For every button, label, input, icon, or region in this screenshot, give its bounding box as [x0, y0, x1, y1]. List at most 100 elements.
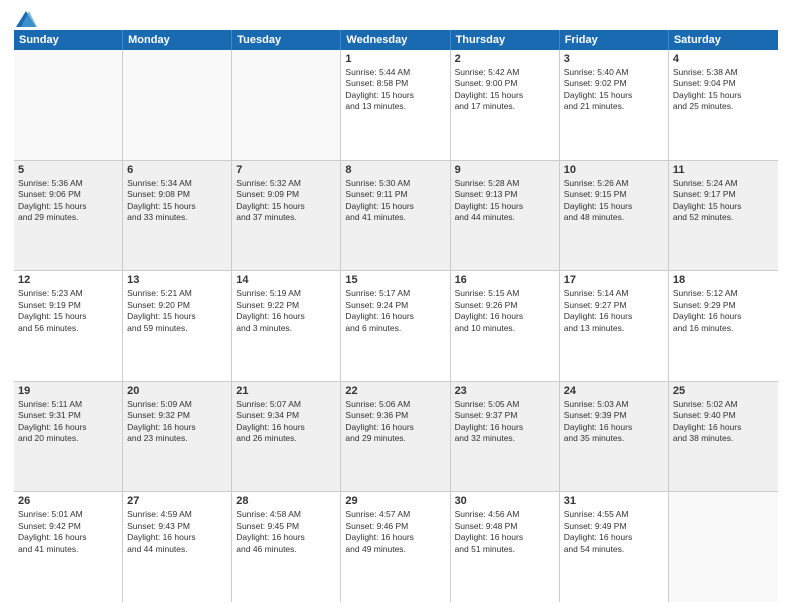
- cell-content-line: Sunrise: 5:06 AM: [345, 399, 445, 410]
- cell-content-line: Sunset: 9:45 PM: [236, 521, 336, 532]
- cell-content-line: Sunrise: 5:26 AM: [564, 178, 664, 189]
- cell-content-line: and 41 minutes.: [18, 544, 118, 555]
- day-cell-24: 24Sunrise: 5:03 AMSunset: 9:39 PMDayligh…: [560, 382, 669, 492]
- day-cell-11: 11Sunrise: 5:24 AMSunset: 9:17 PMDayligh…: [669, 161, 778, 271]
- cell-content-line: and 3 minutes.: [236, 323, 336, 334]
- calendar-week-4: 19Sunrise: 5:11 AMSunset: 9:31 PMDayligh…: [14, 382, 778, 493]
- cell-content-line: and 20 minutes.: [18, 433, 118, 444]
- cell-content-line: Sunrise: 5:05 AM: [455, 399, 555, 410]
- empty-cell: [14, 50, 123, 160]
- calendar-week-2: 5Sunrise: 5:36 AMSunset: 9:06 PMDaylight…: [14, 161, 778, 272]
- cell-content-line: Sunrise: 5:32 AM: [236, 178, 336, 189]
- day-cell-29: 29Sunrise: 4:57 AMSunset: 9:46 PMDayligh…: [341, 492, 450, 602]
- cell-content-line: Sunset: 9:22 PM: [236, 300, 336, 311]
- cell-content-line: Sunset: 9:37 PM: [455, 410, 555, 421]
- cell-content-line: and 13 minutes.: [564, 323, 664, 334]
- cell-content-line: Sunset: 9:49 PM: [564, 521, 664, 532]
- cell-content-line: Daylight: 15 hours: [18, 311, 118, 322]
- cell-content-line: Sunrise: 5:44 AM: [345, 67, 445, 78]
- day-cell-13: 13Sunrise: 5:21 AMSunset: 9:20 PMDayligh…: [123, 271, 232, 381]
- cell-content-line: Sunset: 9:40 PM: [673, 410, 774, 421]
- day-number: 22: [345, 385, 445, 397]
- cell-content-line: and 37 minutes.: [236, 212, 336, 223]
- day-cell-25: 25Sunrise: 5:02 AMSunset: 9:40 PMDayligh…: [669, 382, 778, 492]
- cell-content-line: Sunset: 9:32 PM: [127, 410, 227, 421]
- cell-content-line: Sunset: 9:08 PM: [127, 189, 227, 200]
- cell-content-line: and 33 minutes.: [127, 212, 227, 223]
- cell-content-line: and 6 minutes.: [345, 323, 445, 334]
- day-cell-22: 22Sunrise: 5:06 AMSunset: 9:36 PMDayligh…: [341, 382, 450, 492]
- cell-content-line: Daylight: 16 hours: [345, 311, 445, 322]
- empty-cell: [123, 50, 232, 160]
- day-cell-1: 1Sunrise: 5:44 AMSunset: 8:58 PMDaylight…: [341, 50, 450, 160]
- cell-content-line: Sunset: 9:02 PM: [564, 78, 664, 89]
- cell-content-line: Sunset: 9:46 PM: [345, 521, 445, 532]
- cell-content-line: and 48 minutes.: [564, 212, 664, 223]
- day-number: 19: [18, 385, 118, 397]
- cell-content-line: Sunrise: 4:59 AM: [127, 509, 227, 520]
- empty-cell: [232, 50, 341, 160]
- cell-content-line: Sunset: 9:34 PM: [236, 410, 336, 421]
- header: [14, 10, 778, 24]
- cell-content-line: and 38 minutes.: [673, 433, 774, 444]
- cell-content-line: Daylight: 16 hours: [345, 422, 445, 433]
- cell-content-line: Sunset: 9:24 PM: [345, 300, 445, 311]
- day-cell-2: 2Sunrise: 5:42 AMSunset: 9:00 PMDaylight…: [451, 50, 560, 160]
- cell-content-line: Sunrise: 5:15 AM: [455, 288, 555, 299]
- cell-content-line: Sunrise: 5:02 AM: [673, 399, 774, 410]
- day-number: 28: [236, 495, 336, 507]
- logo: [14, 10, 38, 24]
- day-cell-12: 12Sunrise: 5:23 AMSunset: 9:19 PMDayligh…: [14, 271, 123, 381]
- day-number: 7: [236, 164, 336, 176]
- day-number: 18: [673, 274, 774, 286]
- cell-content-line: Daylight: 15 hours: [345, 90, 445, 101]
- day-number: 24: [564, 385, 664, 397]
- cell-content-line: and 49 minutes.: [345, 544, 445, 555]
- cell-content-line: and 44 minutes.: [127, 544, 227, 555]
- cell-content-line: Sunrise: 5:28 AM: [455, 178, 555, 189]
- cell-content-line: and 26 minutes.: [236, 433, 336, 444]
- cell-content-line: Sunrise: 5:21 AM: [127, 288, 227, 299]
- cell-content-line: Daylight: 16 hours: [455, 532, 555, 543]
- empty-cell: [669, 492, 778, 602]
- day-number: 15: [345, 274, 445, 286]
- cell-content-line: Daylight: 16 hours: [455, 422, 555, 433]
- cell-content-line: Daylight: 15 hours: [236, 201, 336, 212]
- cell-content-line: Sunset: 9:06 PM: [18, 189, 118, 200]
- cell-content-line: Daylight: 16 hours: [564, 532, 664, 543]
- cell-content-line: Sunset: 9:04 PM: [673, 78, 774, 89]
- day-cell-19: 19Sunrise: 5:11 AMSunset: 9:31 PMDayligh…: [14, 382, 123, 492]
- cell-content-line: Daylight: 15 hours: [127, 201, 227, 212]
- cell-content-line: Sunset: 9:00 PM: [455, 78, 555, 89]
- day-header-saturday: Saturday: [669, 30, 778, 50]
- cell-content-line: Sunset: 9:20 PM: [127, 300, 227, 311]
- day-number: 12: [18, 274, 118, 286]
- cell-content-line: and 46 minutes.: [236, 544, 336, 555]
- cell-content-line: Sunrise: 5:19 AM: [236, 288, 336, 299]
- cell-content-line: Daylight: 16 hours: [673, 311, 774, 322]
- cell-content-line: Daylight: 16 hours: [236, 532, 336, 543]
- calendar-week-5: 26Sunrise: 5:01 AMSunset: 9:42 PMDayligh…: [14, 492, 778, 602]
- day-cell-28: 28Sunrise: 4:58 AMSunset: 9:45 PMDayligh…: [232, 492, 341, 602]
- cell-content-line: and 13 minutes.: [345, 101, 445, 112]
- cell-content-line: Sunset: 9:15 PM: [564, 189, 664, 200]
- logo-icon: [15, 10, 37, 28]
- cell-content-line: and 10 minutes.: [455, 323, 555, 334]
- cell-content-line: Daylight: 15 hours: [127, 311, 227, 322]
- day-number: 29: [345, 495, 445, 507]
- day-cell-31: 31Sunrise: 4:55 AMSunset: 9:49 PMDayligh…: [560, 492, 669, 602]
- cell-content-line: Sunrise: 4:56 AM: [455, 509, 555, 520]
- day-number: 21: [236, 385, 336, 397]
- cell-content-line: Daylight: 15 hours: [564, 90, 664, 101]
- cell-content-line: Daylight: 16 hours: [455, 311, 555, 322]
- cell-content-line: Daylight: 15 hours: [673, 201, 774, 212]
- day-cell-5: 5Sunrise: 5:36 AMSunset: 9:06 PMDaylight…: [14, 161, 123, 271]
- day-number: 2: [455, 53, 555, 65]
- cell-content-line: Sunrise: 5:01 AM: [18, 509, 118, 520]
- day-header-sunday: Sunday: [14, 30, 123, 50]
- day-number: 17: [564, 274, 664, 286]
- cell-content-line: Daylight: 16 hours: [127, 532, 227, 543]
- day-header-monday: Monday: [123, 30, 232, 50]
- cell-content-line: Sunrise: 4:55 AM: [564, 509, 664, 520]
- cell-content-line: Sunset: 9:42 PM: [18, 521, 118, 532]
